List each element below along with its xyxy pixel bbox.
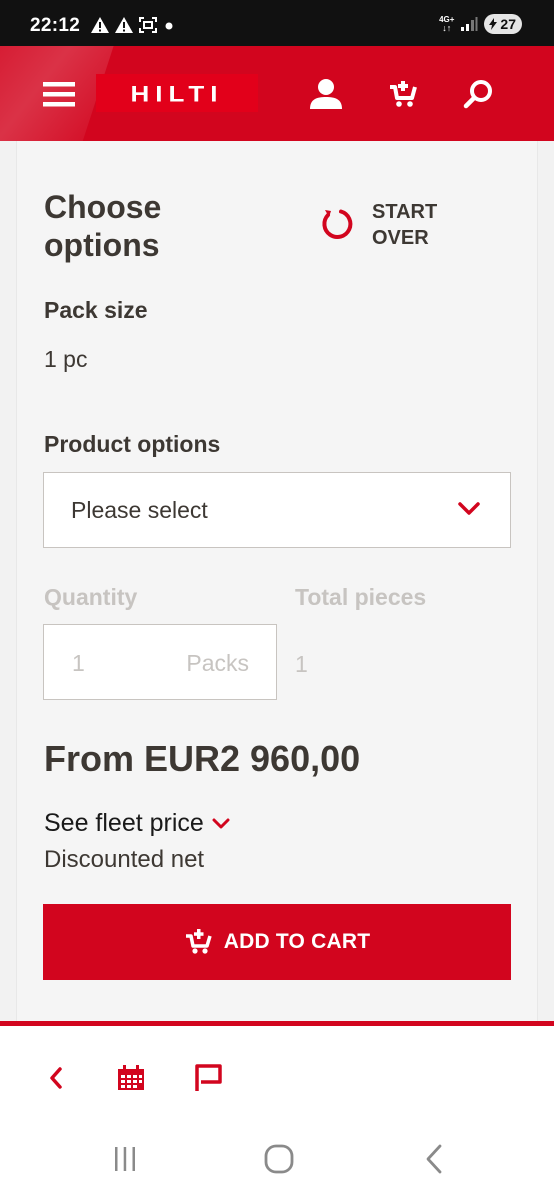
chevron-down-icon — [212, 818, 230, 828]
add-to-cart-label: ADD TO CART — [223, 930, 371, 953]
restart-icon — [322, 209, 353, 239]
recents-button[interactable] — [103, 1141, 147, 1177]
battery-level: 27 — [500, 16, 516, 32]
see-fleet-price-link[interactable]: See fleet price — [44, 809, 230, 838]
account-icon — [310, 78, 342, 109]
screenshot-icon — [139, 17, 157, 33]
status-bar: 22:12 4G+ ↓↑ 27 — [0, 0, 554, 46]
back-icon — [426, 1144, 442, 1174]
total-pieces-label: Total pieces — [295, 584, 427, 610]
system-back-button[interactable] — [412, 1141, 456, 1177]
charging-icon — [489, 18, 498, 30]
cart-button[interactable] — [382, 46, 424, 141]
menu-icon — [43, 81, 75, 106]
quantity-label: Quantity — [44, 584, 138, 610]
network-type: 4G+ ↓↑ — [439, 15, 455, 33]
add-to-cart-icon — [185, 929, 212, 954]
quantity-field[interactable]: 1 Packs — [43, 624, 277, 700]
pack-size-value: 1 pc — [44, 346, 88, 372]
product-options-label: Product options — [44, 431, 221, 457]
page-title: Choose options — [44, 189, 162, 263]
pack-size-label: Pack size — [44, 297, 148, 323]
recents-icon — [115, 1147, 135, 1171]
start-over-label: START OVER — [372, 201, 438, 249]
warning-icon — [115, 17, 133, 33]
product-options-select[interactable]: Please select — [43, 472, 511, 548]
dot-icon — [165, 22, 173, 30]
system-nav-bar — [0, 1121, 554, 1200]
hilti-logo-mark: HILTI — [130, 82, 223, 104]
status-time: 22:12 — [30, 15, 81, 36]
start-over-button[interactable]: START OVER — [320, 199, 462, 251]
search-button[interactable] — [458, 46, 500, 141]
bottom-toolbar — [0, 1021, 554, 1121]
hilti-logo[interactable]: HILTI — [96, 74, 258, 112]
quantity-unit: Packs — [186, 650, 249, 676]
signal-icon — [461, 17, 478, 31]
search-icon — [463, 79, 492, 108]
select-placeholder: Please select — [71, 496, 208, 523]
flag-icon — [195, 1064, 222, 1091]
total-pieces-value: 1 — [295, 651, 308, 677]
status-right: 4G+ ↓↑ 27 — [439, 14, 522, 34]
calendar-button[interactable] — [111, 1060, 151, 1096]
site-header: HILTI — [0, 46, 554, 141]
home-button[interactable] — [257, 1141, 301, 1177]
feedback-button[interactable] — [188, 1060, 228, 1096]
svg-text:HILTI: HILTI — [130, 82, 223, 104]
back-button[interactable] — [36, 1060, 76, 1096]
fleet-price-label: See fleet price — [44, 809, 204, 837]
battery-icon: 27 — [484, 14, 522, 34]
account-button[interactable] — [305, 46, 347, 141]
menu-button[interactable] — [38, 46, 80, 141]
options-card — [16, 141, 538, 1021]
cart-icon — [390, 80, 417, 107]
discount-note: Discounted net — [44, 846, 205, 873]
add-to-cart-button[interactable]: ADD TO CART — [43, 904, 511, 980]
product-price: From EUR2 960,00 — [44, 738, 361, 779]
calendar-icon — [118, 1065, 144, 1090]
warning-icon — [91, 17, 109, 33]
chevron-down-icon — [458, 502, 480, 515]
quantity-value: 1 — [72, 650, 85, 676]
back-icon — [50, 1067, 62, 1089]
notification-icons — [90, 14, 176, 36]
home-icon — [264, 1144, 294, 1174]
